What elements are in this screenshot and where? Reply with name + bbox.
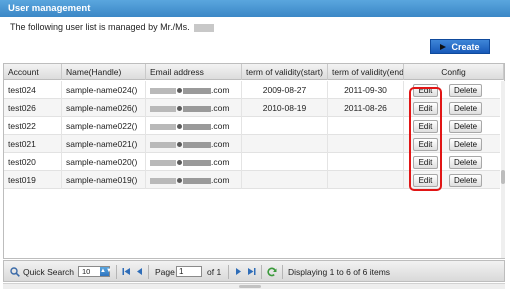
- cell-start: [242, 117, 328, 135]
- cell-start: [242, 153, 328, 171]
- redacted-email-host: [183, 141, 211, 148]
- create-arrow-icon: [440, 43, 447, 50]
- cell-name: sample-name021(): [62, 135, 146, 153]
- email-domain: .com: [211, 103, 230, 113]
- cell-name: sample-name019(): [62, 171, 146, 189]
- at-sign-icon: [177, 178, 182, 184]
- email-domain: .com: [211, 175, 230, 185]
- cell-start: [242, 135, 328, 153]
- toolbar-separator: [116, 265, 117, 279]
- delete-button[interactable]: Delete: [449, 156, 482, 169]
- redacted-email-user: [150, 87, 176, 94]
- cell-account: test026: [4, 99, 62, 117]
- cell-email: .com: [146, 117, 242, 135]
- cell-name: sample-name020(): [62, 153, 146, 171]
- cell-end: 2011-09-30: [328, 81, 404, 99]
- first-page-icon[interactable]: [122, 267, 131, 276]
- cell-account: test020: [4, 153, 62, 171]
- redacted-email-user: [150, 123, 176, 130]
- delete-button[interactable]: Delete: [449, 84, 482, 97]
- search-icon[interactable]: [10, 267, 20, 277]
- page-count-label: of 1: [207, 267, 222, 277]
- pager-status: Displaying 1 to 6 of 6 items: [288, 267, 391, 277]
- horizontal-scroll-thumb[interactable]: [239, 285, 261, 288]
- vertical-scrollbar[interactable]: [501, 81, 505, 258]
- column-header-name[interactable]: Name(Handle): [62, 64, 146, 80]
- cell-name: sample-name026(): [62, 99, 146, 117]
- delete-button[interactable]: Delete: [449, 120, 482, 133]
- cell-email: .com: [146, 99, 242, 117]
- redacted-email-host: [183, 123, 211, 130]
- at-sign-icon: [177, 124, 182, 130]
- redacted-email-user: [150, 177, 176, 184]
- create-button-label: Create: [451, 41, 480, 52]
- at-sign-icon: [177, 88, 182, 94]
- toolbar-separator: [261, 265, 262, 279]
- toolbar-separator: [228, 265, 229, 279]
- cell-account: test021: [4, 135, 62, 153]
- edit-column-highlight: [409, 87, 442, 191]
- cell-name: sample-name022(): [62, 117, 146, 135]
- cell-end: [328, 135, 404, 153]
- delete-button[interactable]: Delete: [449, 102, 482, 115]
- chevron-down-icon: ▲▼: [100, 267, 112, 276]
- email-domain: .com: [211, 121, 230, 131]
- column-header-config[interactable]: Config: [404, 64, 504, 80]
- at-sign-icon: [177, 106, 182, 112]
- delete-button[interactable]: Delete: [449, 138, 482, 151]
- column-header-account[interactable]: Account: [4, 64, 62, 80]
- delete-button[interactable]: Delete: [449, 174, 482, 187]
- horizontal-scrollbar[interactable]: [3, 283, 505, 289]
- section-header: User management: [0, 0, 510, 17]
- cell-account: test019: [4, 171, 62, 189]
- managed-by-label: The following user list is managed by Mr…: [10, 22, 190, 32]
- next-page-icon[interactable]: [234, 267, 243, 276]
- cell-account: test024: [4, 81, 62, 99]
- column-header-start[interactable]: term of validity(start): [242, 64, 328, 80]
- quick-search-link[interactable]: Quick Search: [23, 261, 74, 283]
- redacted-email-host: [183, 177, 211, 184]
- email-domain: .com: [211, 157, 230, 167]
- page-size-select[interactable]: 10 ▲▼: [78, 266, 112, 277]
- column-header-email[interactable]: Email address: [146, 64, 242, 80]
- cell-end: [328, 153, 404, 171]
- last-page-icon[interactable]: [247, 267, 256, 276]
- managed-by-text: The following user list is managed by Mr…: [10, 22, 215, 32]
- cell-end: 2011-08-26: [328, 99, 404, 117]
- email-domain: .com: [211, 85, 230, 95]
- page-size-value: 10: [82, 267, 91, 276]
- refresh-icon[interactable]: [267, 267, 277, 277]
- vertical-scroll-thumb[interactable]: [501, 170, 505, 184]
- cell-email: .com: [146, 81, 242, 99]
- pager-toolbar: Quick Search 10 ▲▼ Page 1 of 1 Displayin…: [3, 260, 505, 282]
- cell-account: test022: [4, 117, 62, 135]
- redacted-email-user: [150, 159, 176, 166]
- cell-start: 2009-08-27: [242, 81, 328, 99]
- create-button[interactable]: Create: [430, 39, 490, 54]
- toolbar-separator: [282, 265, 283, 279]
- prev-page-icon[interactable]: [135, 267, 144, 276]
- cell-email: .com: [146, 171, 242, 189]
- column-header-end[interactable]: term of validity(end): [328, 64, 404, 80]
- at-sign-icon: [177, 142, 182, 148]
- toolbar-separator: [148, 265, 149, 279]
- cell-email: .com: [146, 153, 242, 171]
- page-label: Page: [155, 267, 175, 277]
- table-header: Account Name(Handle) Email address term …: [4, 64, 504, 80]
- cell-start: [242, 171, 328, 189]
- redacted-email-host: [183, 159, 211, 166]
- at-sign-icon: [177, 160, 182, 166]
- redacted-email-host: [183, 105, 211, 112]
- cell-end: [328, 117, 404, 135]
- redacted-name: [194, 23, 215, 32]
- redacted-email-user: [150, 105, 176, 112]
- cell-start: 2010-08-19: [242, 99, 328, 117]
- page-number-input[interactable]: 1: [176, 266, 202, 277]
- cell-end: [328, 171, 404, 189]
- cell-email: .com: [146, 135, 242, 153]
- cell-name: sample-name024(): [62, 81, 146, 99]
- redacted-email-user: [150, 141, 176, 148]
- redacted-email-host: [183, 87, 211, 94]
- email-domain: .com: [211, 139, 230, 149]
